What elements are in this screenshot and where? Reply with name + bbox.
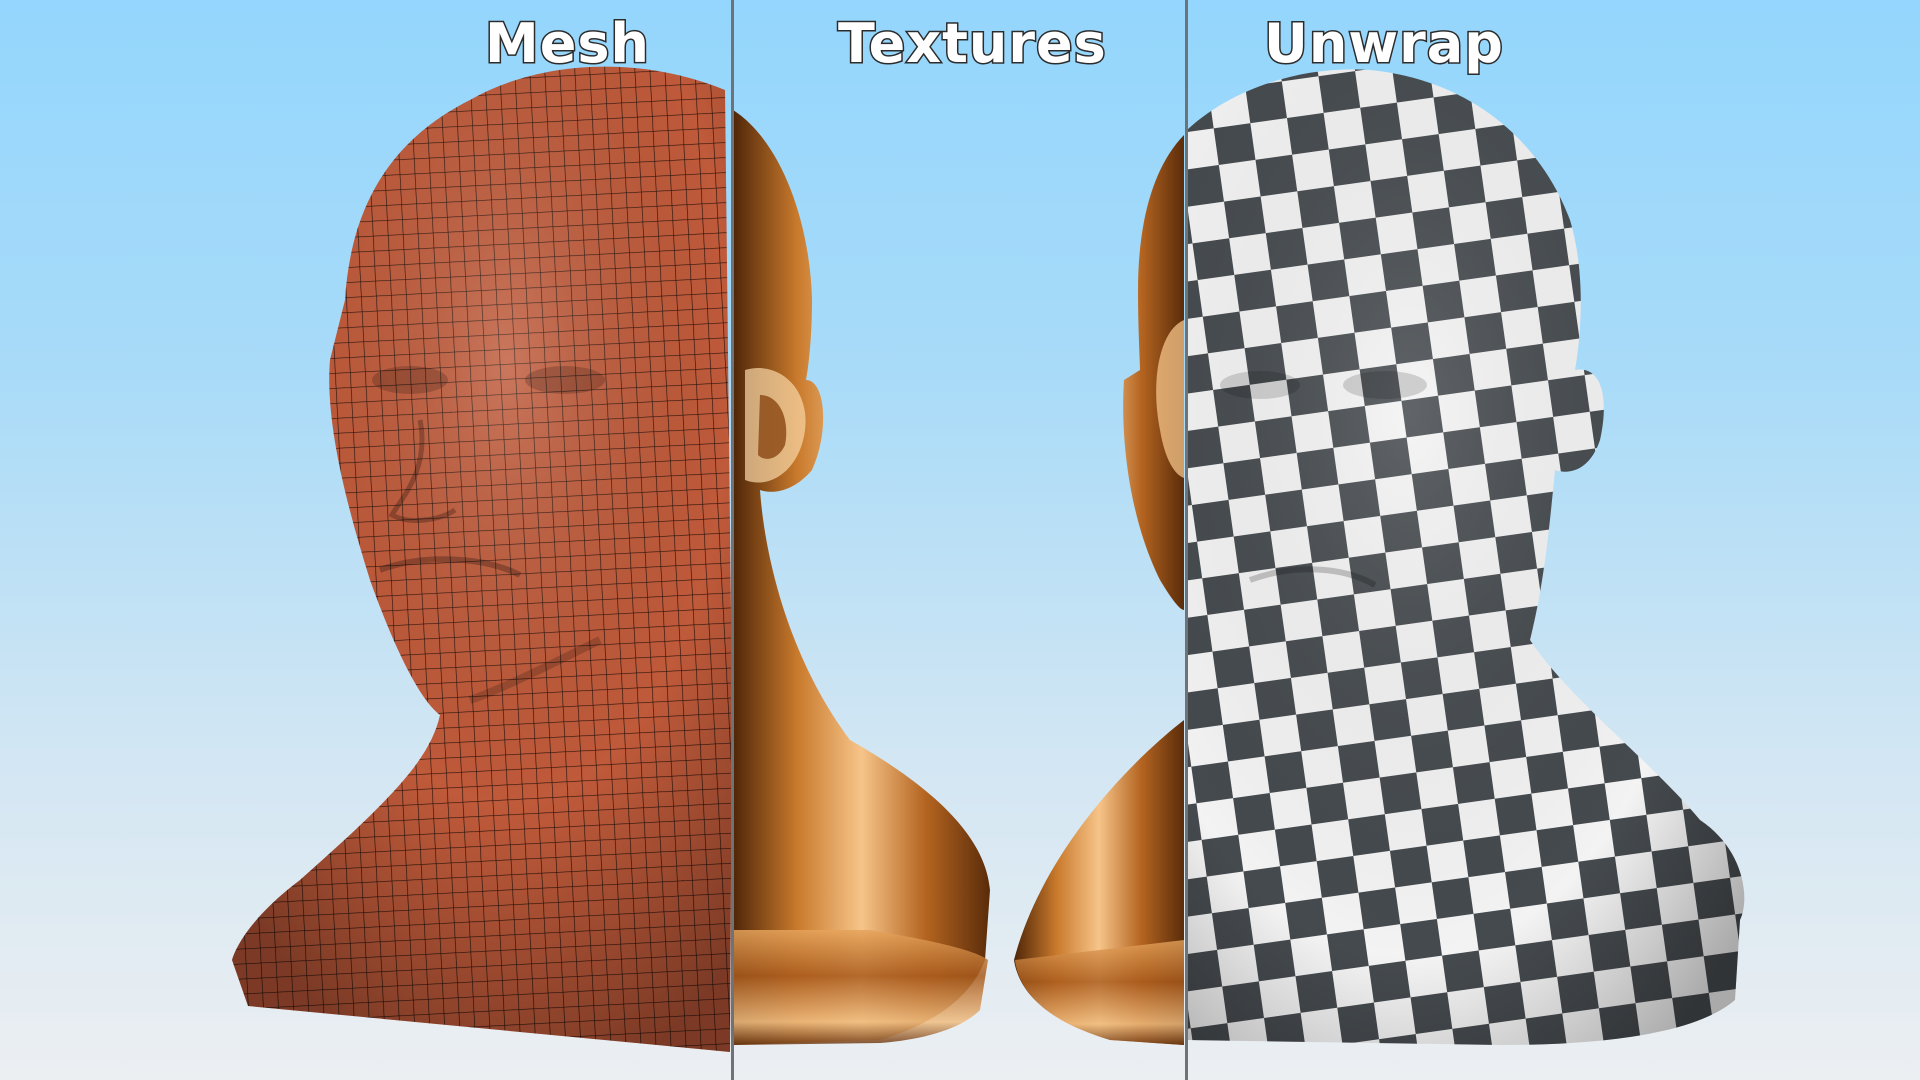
render-scene (232, 66, 1745, 1053)
gold-bust-left (733, 110, 990, 1045)
gold-bust-right (1014, 135, 1184, 1045)
checker-bust (1187, 69, 1745, 1045)
label-unwrap: Unwrap (1263, 11, 1505, 77)
label-mesh: Mesh (484, 11, 651, 77)
mesh-bust (232, 66, 732, 1053)
divider-right (1185, 0, 1188, 1080)
divider-left (731, 0, 734, 1080)
label-textures: Textures (837, 11, 1108, 77)
